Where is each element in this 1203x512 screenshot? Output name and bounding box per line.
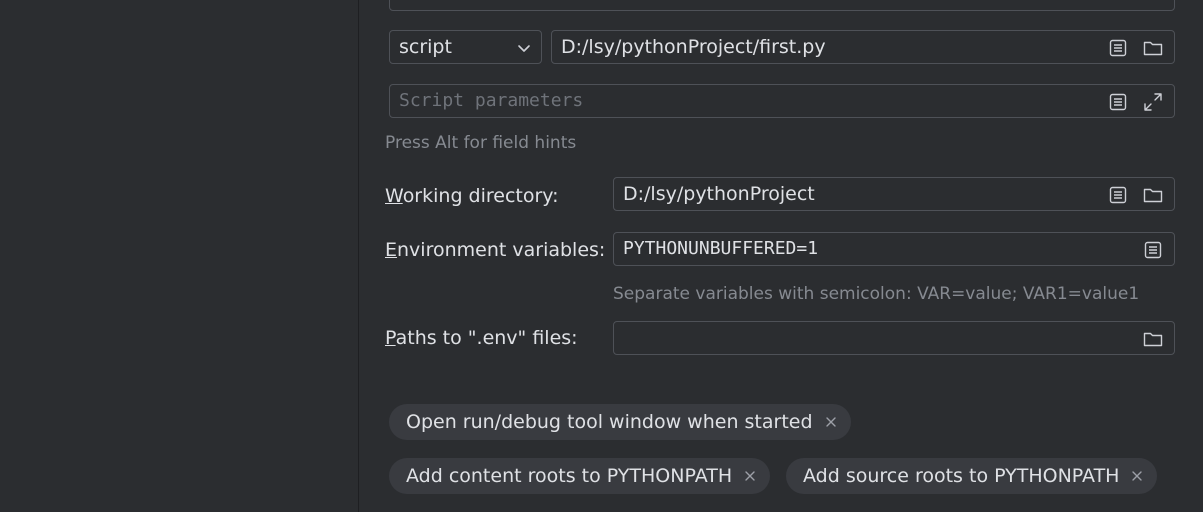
- working-directory-input[interactable]: D:/lsy/pythonProject: [613, 177, 1175, 211]
- close-icon[interactable]: [742, 468, 758, 484]
- working-directory-value: D:/lsy/pythonProject: [623, 183, 815, 205]
- environment-variables-label: Environment variables:: [385, 239, 605, 261]
- list-edit-icon[interactable]: [1107, 91, 1129, 113]
- working-directory-mnemonic: W: [385, 185, 403, 207]
- option-chip-label: Open run/debug tool window when started: [406, 411, 813, 433]
- script-type-select[interactable]: script: [389, 30, 542, 64]
- env-files-label: Paths to ".env" files:: [385, 327, 578, 349]
- env-files-input[interactable]: [613, 321, 1175, 355]
- env-files-mnemonic: P: [385, 327, 396, 349]
- environment-variables-value: PYTHONUNBUFFERED=1: [623, 238, 819, 259]
- environment-variables-mnemonic: E: [385, 239, 398, 261]
- interpreter-options-input[interactable]: [389, 0, 1175, 11]
- close-icon[interactable]: [823, 414, 839, 430]
- list-edit-icon[interactable]: [1107, 184, 1129, 206]
- field-hints-text: Press Alt for field hints: [385, 133, 577, 153]
- expand-icon[interactable]: [1142, 91, 1164, 113]
- env-files-label-text: aths to ".env" files:: [395, 327, 578, 349]
- script-parameters-placeholder: Script parameters: [399, 90, 584, 111]
- option-chip-open-tool-window[interactable]: Open run/debug tool window when started: [389, 404, 851, 440]
- option-chip-source-roots[interactable]: Add source roots to PYTHONPATH: [786, 458, 1158, 494]
- script-type-value: script: [399, 36, 452, 58]
- option-chip-label: Add content roots to PYTHONPATH: [406, 465, 733, 487]
- option-chip-label: Add source roots to PYTHONPATH: [803, 465, 1120, 487]
- working-directory-label: Working directory:: [385, 185, 559, 207]
- working-directory-label-text: orking directory:: [402, 185, 559, 207]
- script-parameters-input[interactable]: Script parameters: [389, 84, 1175, 118]
- environment-variables-label-text: nvironment variables:: [397, 239, 606, 261]
- folder-icon[interactable]: [1142, 37, 1164, 59]
- environment-variables-input[interactable]: PYTHONUNBUFFERED=1: [613, 232, 1175, 266]
- list-edit-icon[interactable]: [1107, 37, 1129, 59]
- script-path-value: D:/lsy/pythonProject/first.py: [561, 36, 826, 58]
- folder-icon[interactable]: [1142, 184, 1164, 206]
- list-edit-icon[interactable]: [1142, 239, 1164, 261]
- script-path-input[interactable]: D:/lsy/pythonProject/first.py: [551, 30, 1175, 64]
- close-icon[interactable]: [1129, 468, 1145, 484]
- chevron-down-icon: [517, 40, 531, 54]
- settings-tree-pane: [0, 0, 358, 512]
- folder-icon[interactable]: [1142, 328, 1164, 350]
- environment-variables-hint: Separate variables with semicolon: VAR=v…: [613, 284, 1140, 304]
- option-chip-content-roots[interactable]: Add content roots to PYTHONPATH: [389, 458, 771, 494]
